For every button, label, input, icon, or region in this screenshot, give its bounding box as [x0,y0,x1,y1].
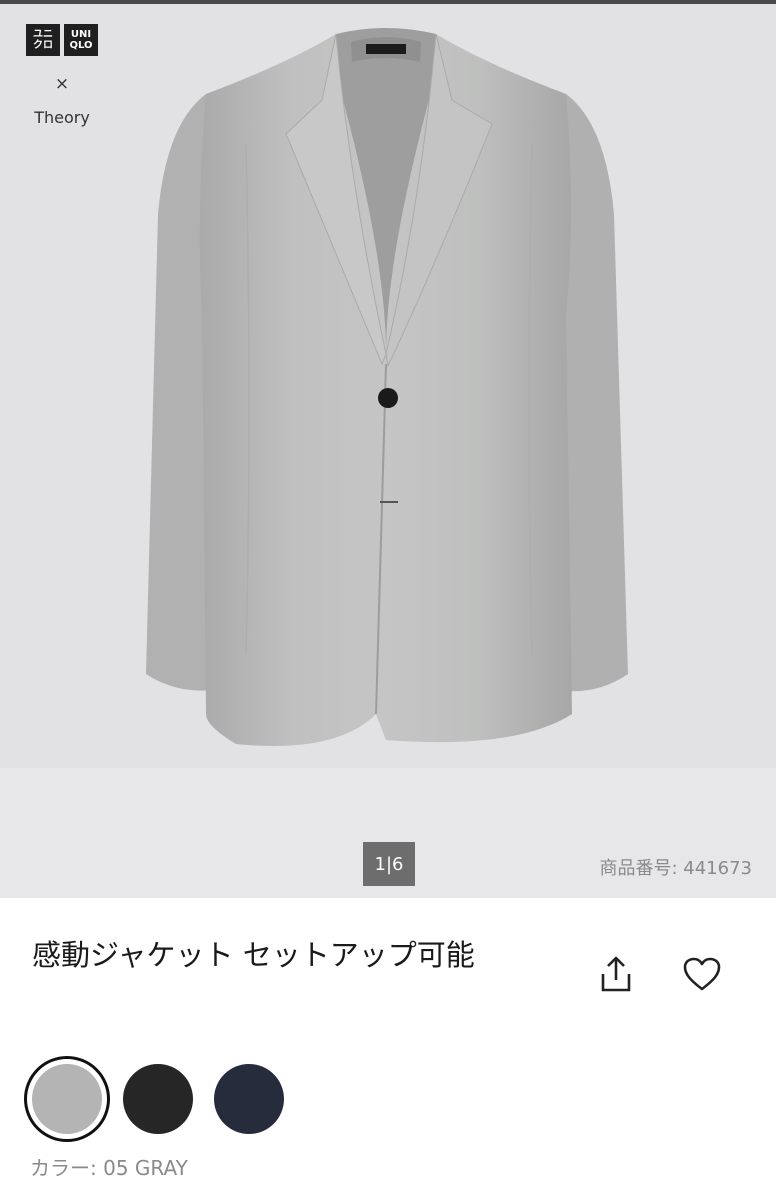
swatch-gray-fill [32,1064,102,1134]
product-number: 商品番号: 441673 [599,854,752,880]
logo-katakana-box: ユニ クロ [26,24,60,56]
swatch-black-fill [123,1064,193,1134]
collab-separator: × [54,74,70,94]
swatch-navy-fill [214,1064,284,1134]
product-image-gallery[interactable]: ユニ クロ UNI QLO × Theory 1|6 商品番号: 441673 [0,4,776,898]
color-swatch-gray[interactable] [24,1056,110,1142]
share-button[interactable] [590,948,642,1000]
logo-latin-box: UNI QLO [64,24,98,56]
color-swatch-navy[interactable] [206,1056,292,1142]
image-counter: 1|6 [363,842,415,886]
share-icon [601,956,631,992]
brand-logo: ユニ クロ UNI QLO × Theory [26,24,98,127]
selected-color-label: カラー: 05 GRAY [30,1152,188,1181]
product-photo[interactable]: ユニ クロ UNI QLO × Theory [0,4,776,768]
product-title: 感動ジャケット セットアップ可能 [32,938,475,972]
product-number-value: 441673 [683,858,752,879]
jacket-illustration [146,28,628,746]
color-swatch-black[interactable] [115,1056,201,1142]
uniqlo-logo: ユニ クロ UNI QLO [26,24,98,56]
color-label-value: 05 GRAY [103,1156,188,1180]
color-label-prefix: カラー: [30,1156,97,1180]
heart-icon [683,957,721,991]
collab-partner-name: Theory [34,108,90,127]
product-number-label: 商品番号: [599,858,678,879]
favorite-button[interactable] [676,948,728,1000]
